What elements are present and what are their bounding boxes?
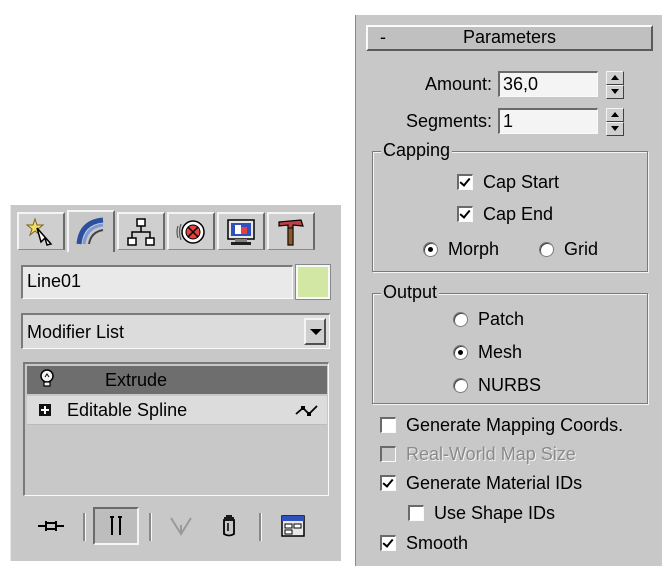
hierarchy-icon bbox=[127, 217, 155, 246]
patch-radio[interactable]: Patch bbox=[453, 307, 524, 331]
mesh-radio[interactable]: Mesh bbox=[453, 340, 522, 364]
nurbs-radio[interactable]: NURBS bbox=[453, 373, 541, 397]
object-name-field[interactable]: Line01 bbox=[21, 265, 293, 299]
rollout-title: Parameters bbox=[462, 27, 557, 47]
use-shape-ids-checkbox[interactable]: Use Shape IDs bbox=[408, 501, 555, 525]
checkbox-checked-icon[interactable] bbox=[380, 535, 396, 551]
tab-hierarchy[interactable] bbox=[117, 212, 165, 250]
spinner-up-icon[interactable] bbox=[606, 108, 624, 122]
spline-icon bbox=[295, 405, 318, 416]
morph-label: Morph bbox=[448, 238, 500, 259]
output-title: Output bbox=[381, 282, 440, 303]
end-result-icon bbox=[110, 516, 122, 535]
separator bbox=[83, 513, 86, 541]
tab-modify[interactable] bbox=[67, 210, 115, 252]
cap-start-label: Cap Start bbox=[483, 171, 560, 192]
real-world-checkbox: Real-World Map Size bbox=[380, 442, 576, 466]
stack-item-extrude[interactable]: Extrude bbox=[27, 366, 327, 394]
create-icon bbox=[25, 216, 53, 246]
amount-spinner[interactable] bbox=[606, 71, 624, 99]
pin-icon bbox=[38, 521, 64, 531]
radio-empty-icon[interactable] bbox=[453, 311, 468, 327]
make-unique-icon bbox=[170, 517, 192, 536]
segments-field[interactable]: 1 bbox=[498, 108, 598, 134]
remove-modifier-button[interactable] bbox=[211, 509, 247, 543]
patch-label: Patch bbox=[478, 308, 525, 329]
lightbulb-icon[interactable] bbox=[39, 369, 55, 389]
grid-label: Grid bbox=[564, 238, 599, 259]
collapse-icon: - bbox=[380, 27, 386, 47]
tab-utilities[interactable] bbox=[267, 212, 315, 250]
separator bbox=[259, 513, 262, 541]
cap-end-label: Cap End bbox=[483, 203, 554, 224]
tab-display[interactable] bbox=[217, 212, 265, 250]
command-panel-tabs bbox=[17, 210, 337, 252]
checkbox-checked-icon[interactable] bbox=[457, 206, 473, 222]
stack-item-label: Editable Spline bbox=[67, 400, 188, 420]
morph-radio[interactable]: Morph bbox=[423, 237, 499, 261]
rollout-header[interactable]: Parameters - bbox=[366, 25, 653, 51]
tab-create[interactable] bbox=[17, 212, 65, 250]
stack-item-editable-spline[interactable]: Editable Spline bbox=[27, 396, 327, 425]
utilities-icon bbox=[278, 218, 304, 246]
modifier-stack: Extrude Editable Spline bbox=[23, 362, 329, 496]
modify-icon bbox=[76, 217, 104, 245]
tab-motion[interactable] bbox=[167, 212, 215, 250]
spinner-down-icon[interactable] bbox=[606, 85, 624, 99]
checkbox-empty-icon[interactable] bbox=[380, 417, 396, 433]
use-shape-ids-label: Use Shape IDs bbox=[434, 502, 556, 523]
separator bbox=[149, 513, 152, 541]
radio-empty-icon[interactable] bbox=[539, 241, 554, 257]
spinner-down-icon[interactable] bbox=[606, 122, 624, 136]
radio-selected-icon[interactable] bbox=[453, 344, 468, 360]
spinner-up-icon[interactable] bbox=[606, 71, 624, 85]
gen-mapping-checkbox[interactable]: Generate Mapping Coords. bbox=[380, 413, 623, 437]
smooth-checkbox[interactable]: Smooth bbox=[380, 531, 468, 555]
capping-title: Capping bbox=[381, 140, 453, 161]
modifier-list-dropdown[interactable]: Modifier List bbox=[21, 313, 330, 349]
make-unique-button[interactable] bbox=[161, 509, 201, 543]
stack-item-label: Extrude bbox=[105, 370, 168, 390]
segments-spinner[interactable] bbox=[606, 108, 624, 136]
pin-stack-button[interactable] bbox=[31, 509, 71, 543]
stack-tools bbox=[21, 505, 339, 549]
mesh-label: Mesh bbox=[478, 341, 523, 362]
smooth-label: Smooth bbox=[406, 532, 469, 553]
amount-label: Amount: bbox=[424, 74, 492, 94]
segments-label: Segments: bbox=[405, 111, 492, 131]
nurbs-label: NURBS bbox=[478, 374, 542, 395]
radio-empty-icon[interactable] bbox=[453, 377, 468, 393]
modifier-list-label: Modifier List bbox=[27, 322, 125, 342]
object-color-swatch[interactable] bbox=[295, 264, 331, 300]
gen-mapping-label: Generate Mapping Coords. bbox=[406, 414, 624, 435]
capping-group: Capping Cap Start Cap End Morph Grid bbox=[372, 140, 648, 272]
checkbox-checked-icon[interactable] bbox=[380, 475, 396, 491]
remove-modifier-icon bbox=[223, 515, 235, 537]
motion-icon bbox=[176, 219, 205, 244]
configure-sets-button[interactable] bbox=[273, 509, 313, 543]
expand-plus-icon[interactable] bbox=[39, 404, 51, 416]
show-end-result-button[interactable] bbox=[93, 507, 139, 545]
parameters-rollout: Parameters - Amount: 36,0 Segments: 1 Ca… bbox=[355, 15, 662, 566]
checkbox-disabled-icon bbox=[380, 446, 396, 462]
cap-start-checkbox[interactable]: Cap Start bbox=[457, 170, 559, 194]
chevron-down-icon[interactable] bbox=[304, 318, 326, 345]
command-panel: Line01 Modifier List Extrude Editable Sp… bbox=[10, 205, 341, 561]
grid-radio[interactable]: Grid bbox=[539, 237, 598, 261]
amount-field[interactable]: 36,0 bbox=[498, 71, 598, 97]
output-group: Output Patch Mesh NURBS bbox=[372, 282, 648, 404]
radio-selected-icon[interactable] bbox=[423, 241, 438, 257]
real-world-label: Real-World Map Size bbox=[406, 443, 576, 464]
cap-end-checkbox[interactable]: Cap End bbox=[457, 202, 553, 226]
checkbox-checked-icon[interactable] bbox=[457, 174, 473, 190]
checkbox-empty-icon[interactable] bbox=[408, 505, 424, 521]
configure-sets-icon bbox=[281, 515, 305, 537]
gen-material-ids-label: Generate Material IDs bbox=[406, 472, 583, 493]
display-icon bbox=[227, 218, 255, 245]
gen-material-ids-checkbox[interactable]: Generate Material IDs bbox=[380, 471, 582, 495]
